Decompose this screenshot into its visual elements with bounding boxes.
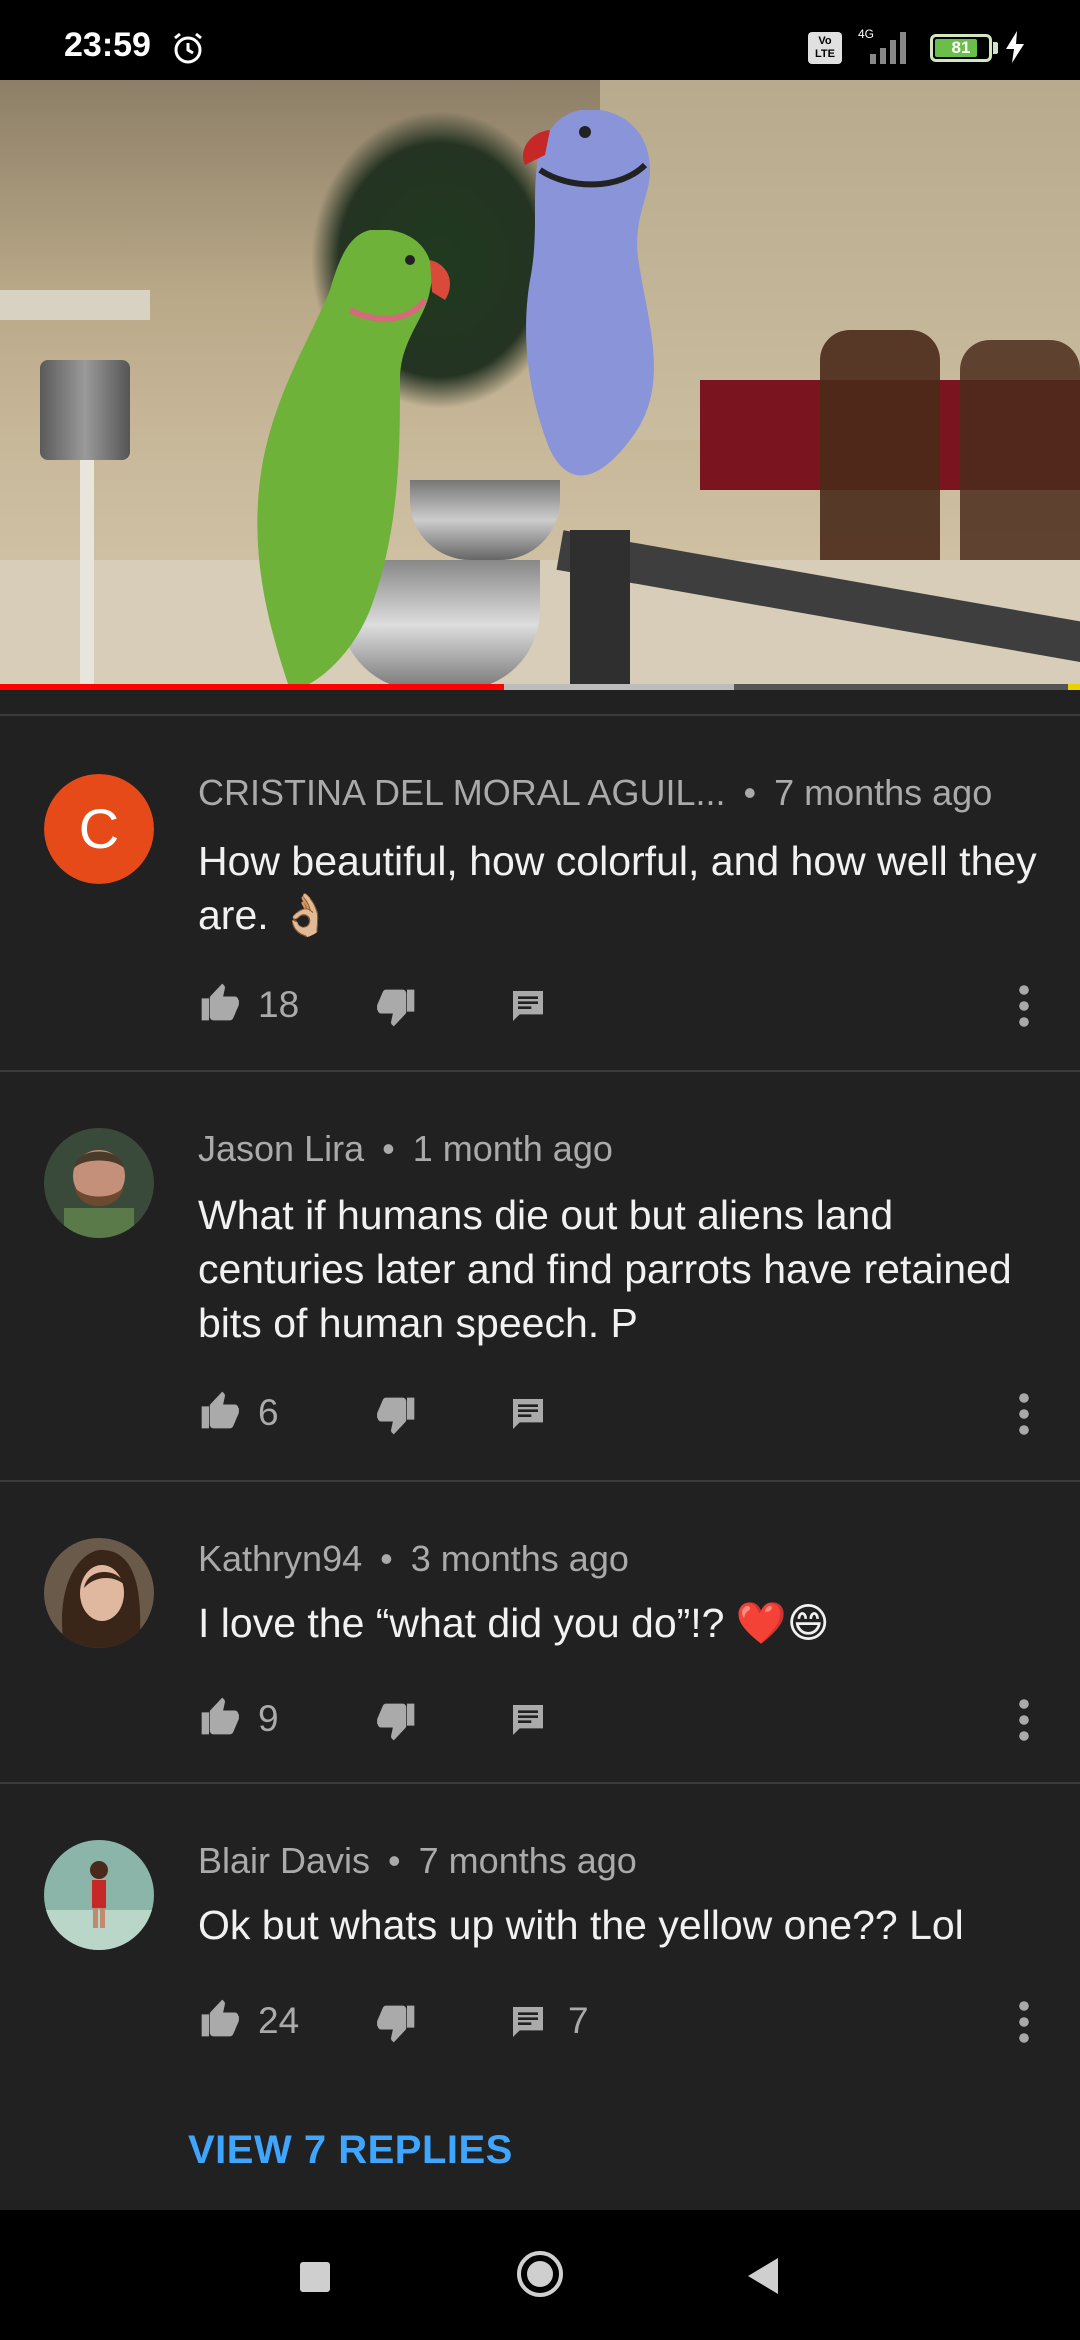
video-progress-bar[interactable] <box>0 684 1080 690</box>
thumbs-up-icon[interactable] <box>198 1694 242 1738</box>
comment-meta: Kathryn94 • 3 months ago <box>198 1538 629 1580</box>
charging-bolt-icon <box>1006 31 1024 63</box>
comment-meta: Blair Davis • 7 months ago <box>198 1840 637 1882</box>
comment-meta: CRISTINA DEL MORAL AGUIL... • 7 months a… <box>198 772 992 814</box>
avatar-photo <box>44 1840 154 1950</box>
thumbs-up-icon[interactable] <box>198 980 242 1024</box>
green-parrot-image <box>257 230 450 684</box>
avatar-letter: C <box>44 774 154 884</box>
like-count: 6 <box>258 1392 279 1433</box>
comment-time: 7 months ago <box>774 772 993 813</box>
progress-played <box>0 684 505 690</box>
comment-item: C CRISTINA DEL MORAL AGUIL... • 7 months… <box>0 716 1080 1070</box>
comment-time: 1 month ago <box>412 1128 613 1169</box>
meta-separator: • <box>372 1128 405 1169</box>
video-player[interactable] <box>0 80 1080 684</box>
network-type: 4G <box>858 27 874 41</box>
comment-text: I love the “what did you do”!? ❤️😄 <box>198 1600 830 1646</box>
comment-item: Jason Lira • 1 month ago What if humans … <box>0 1072 1080 1480</box>
blue-parrot-image <box>522 110 654 476</box>
avatar-photo <box>44 1538 154 1648</box>
comment-item: Blair Davis • 7 months ago Ok but whats … <box>0 1784 1080 2104</box>
navigation-bar <box>0 2210 1080 2340</box>
comment-text: How beautiful, how colorful, and how wel… <box>198 838 1037 938</box>
comment-actions: 9 <box>198 1694 1048 1744</box>
reply-icon[interactable] <box>508 1700 548 1740</box>
comment-text: Ok but whats up with the yellow one?? Lo… <box>198 1902 964 1948</box>
avatar[interactable] <box>44 1538 154 1648</box>
view-replies-link[interactable]: VIEW 7 REPLIES <box>188 2128 513 2173</box>
thumbs-down-icon[interactable] <box>374 1394 418 1438</box>
like-count: 18 <box>258 984 300 1025</box>
comment-author[interactable]: Blair Davis <box>198 1840 370 1881</box>
more-options-icon[interactable] <box>1014 1696 1034 1744</box>
comment-item: Kathryn94 • 3 months ago I love the “wha… <box>0 1482 1080 1782</box>
meta-separator: • <box>370 1538 403 1579</box>
comment-author[interactable]: CRISTINA DEL MORAL AGUIL... <box>198 772 725 813</box>
ad-marker <box>1068 684 1080 690</box>
comment-author[interactable]: Kathryn94 <box>198 1538 362 1579</box>
avatar[interactable]: C <box>44 774 154 884</box>
more-options-icon[interactable] <box>1014 982 1034 1030</box>
comment-time: 7 months ago <box>418 1840 637 1881</box>
recents-icon[interactable] <box>300 2262 330 2292</box>
comment-author[interactable]: Jason Lira <box>198 1128 364 1169</box>
reply-icon[interactable] <box>508 2002 548 2042</box>
thumbs-up-icon[interactable] <box>198 1388 242 1432</box>
reply-icon[interactable] <box>508 1394 548 1434</box>
more-options-icon[interactable] <box>1014 1390 1034 1438</box>
comment-meta: Jason Lira • 1 month ago <box>198 1128 613 1170</box>
comment-actions: 24 7 <box>198 1996 1048 2046</box>
thumbs-down-icon[interactable] <box>374 1700 418 1744</box>
like-count: 9 <box>258 1698 279 1739</box>
meta-separator: • <box>733 772 767 813</box>
comment-text: What if humans die out but aliens land c… <box>198 1192 1012 1346</box>
avatar[interactable] <box>44 1840 154 1950</box>
reply-icon[interactable] <box>508 986 548 1026</box>
video-bg-mantel <box>0 290 150 320</box>
meta-separator: • <box>378 1840 411 1881</box>
back-icon[interactable] <box>744 2256 780 2296</box>
avatar[interactable] <box>44 1128 154 1238</box>
video-bg-pole <box>80 460 94 684</box>
comment-time: 3 months ago <box>410 1538 629 1579</box>
like-count: 24 <box>258 2000 300 2041</box>
video-perch-post <box>570 530 630 684</box>
video-bg-lamp <box>40 360 130 460</box>
thumbs-down-icon[interactable] <box>374 986 418 1030</box>
reply-count: 7 <box>568 2000 589 2041</box>
more-options-icon[interactable] <box>1014 1998 1034 2046</box>
battery-icon: 81 <box>930 34 992 62</box>
signal-icon: 4G <box>858 27 906 64</box>
battery-level: 81 <box>951 38 971 57</box>
battery-tip <box>993 42 998 54</box>
thumbs-down-icon[interactable] <box>374 2002 418 2046</box>
thumbs-up-icon[interactable] <box>198 1996 242 2040</box>
avatar-photo <box>44 1128 154 1238</box>
home-icon[interactable] <box>516 2250 564 2298</box>
comment-actions: 18 <box>198 980 1048 1030</box>
alarm-icon <box>174 32 202 64</box>
comment-actions: 6 <box>198 1388 1048 1438</box>
status-bar: 23:59 Vo LTE 4G 81 <box>0 0 1080 80</box>
volte-icon: Vo LTE <box>808 32 842 64</box>
status-time: 23:59 <box>64 26 151 64</box>
